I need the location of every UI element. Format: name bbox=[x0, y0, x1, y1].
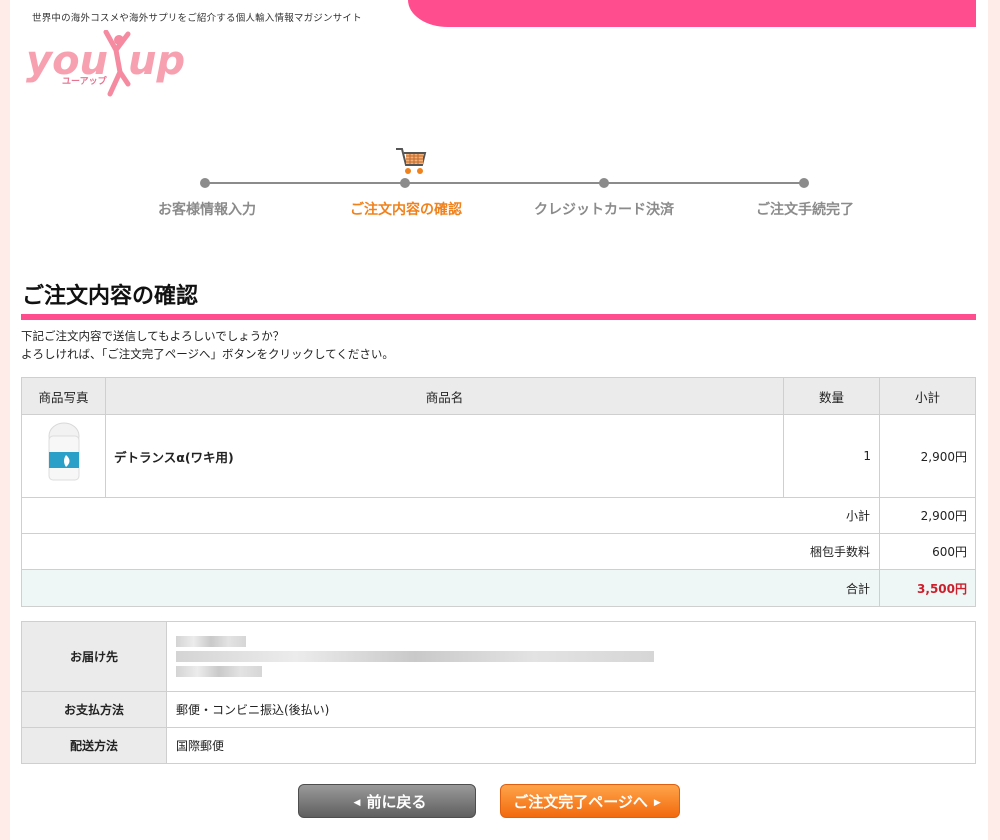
logo-graphic: you up ユーアップ bbox=[26, 29, 185, 97]
payment-method-value: 郵便・コンビニ振込(後払い) bbox=[166, 691, 976, 728]
redacted-address bbox=[176, 651, 654, 662]
payment-method-row: お支払方法 郵便・コンビニ振込(後払い) bbox=[21, 691, 976, 728]
checkout-progress: お客様情報入力 ご注文内容の確認 クレジットカード決済 ご注文手続完了 bbox=[150, 145, 880, 225]
header-subtotal: 小計 bbox=[879, 377, 976, 415]
page-title: ご注文内容の確認 bbox=[22, 284, 199, 309]
delivery-address-row: お届け先 bbox=[21, 621, 976, 692]
total-label: 合計 bbox=[21, 569, 880, 607]
complete-order-button-label: ご注文完了ページへ bbox=[513, 793, 648, 811]
cart-icon bbox=[396, 148, 427, 174]
intro-line-2: よろしければ、「ご注文完了ページへ」ボタンをクリックしてください。 bbox=[21, 347, 394, 361]
arrow-left-icon: ◀ bbox=[353, 797, 361, 808]
product-bottle-image bbox=[48, 422, 79, 480]
order-table: 商品写真 商品名 数量 小計 デトランスα(ワキ用) 1 2,900円 小計 2… bbox=[21, 377, 976, 607]
header-product-name: 商品名 bbox=[105, 377, 784, 415]
site-logo[interactable]: you up ユーアップ bbox=[24, 29, 194, 102]
complete-order-button[interactable]: ご注文完了ページへ ▶ bbox=[500, 784, 680, 818]
product-quantity: 1 bbox=[783, 414, 880, 498]
payment-method-label: お支払方法 bbox=[21, 691, 167, 728]
shipping-method-value: 国際郵便 bbox=[166, 727, 976, 764]
logo-sub-text: ユーアップ bbox=[62, 75, 108, 87]
step-label-complete: ご注文手続完了 bbox=[756, 202, 854, 218]
step-label-order-confirm: ご注文内容の確認 bbox=[350, 202, 462, 218]
subtotal-label: 小計 bbox=[21, 497, 880, 534]
step-dot-3 bbox=[599, 178, 609, 188]
shipping-method-label: 配送方法 bbox=[21, 727, 167, 764]
total-value: 3,500円 bbox=[879, 569, 976, 607]
arrow-right-icon: ▶ bbox=[653, 797, 661, 808]
delivery-address-value bbox=[166, 621, 976, 692]
header-quantity: 数量 bbox=[783, 377, 880, 415]
product-subtotal: 2,900円 bbox=[879, 414, 976, 498]
step-label-customer-info: お客様情報入力 bbox=[158, 202, 256, 218]
product-name: デトランスα(ワキ用) bbox=[105, 414, 784, 498]
subtotal-value: 2,900円 bbox=[879, 497, 976, 534]
header-photo: 商品写真 bbox=[21, 377, 106, 415]
progress-line bbox=[205, 182, 805, 184]
logo-word-up: up bbox=[128, 38, 185, 84]
order-table-header: 商品写真 商品名 数量 小計 bbox=[21, 377, 976, 415]
step-dot-2 bbox=[400, 178, 410, 188]
site-tagline: 世界中の海外コスメや海外サプリをご紹介する個人輸入情報マガジンサイト bbox=[32, 13, 362, 24]
back-button-label: 前に戻る bbox=[366, 793, 427, 811]
title-divider bbox=[21, 314, 976, 320]
step-label-credit-card: クレジットカード決済 bbox=[534, 202, 674, 218]
packing-fee-row: 梱包手数料 600円 bbox=[21, 533, 976, 570]
header-pink-bar bbox=[408, 0, 976, 27]
shipping-method-row: 配送方法 国際郵便 bbox=[21, 727, 976, 764]
back-button[interactable]: ◀ 前に戻る bbox=[298, 784, 476, 818]
total-row: 合計 3,500円 bbox=[21, 569, 976, 607]
redacted-name bbox=[176, 636, 246, 647]
step-dot-1 bbox=[200, 178, 210, 188]
subtotal-row: 小計 2,900円 bbox=[21, 497, 976, 534]
packing-fee-value: 600円 bbox=[879, 533, 976, 570]
packing-fee-label: 梱包手数料 bbox=[21, 533, 880, 570]
delivery-info-table: お届け先 お支払方法 郵便・コンビニ振込(後払い) 配送方法 国際郵便 bbox=[21, 621, 976, 764]
table-row: デトランスα(ワキ用) 1 2,900円 bbox=[21, 414, 976, 498]
step-dot-4 bbox=[799, 178, 809, 188]
delivery-address-label: お届け先 bbox=[21, 621, 167, 692]
intro-line-1: 下記ご注文内容で送信してもよろしいでしょうか？ bbox=[21, 329, 285, 343]
logo-figure-icon bbox=[103, 29, 131, 97]
product-photo bbox=[21, 414, 106, 498]
page: 世界中の海外コスメや海外サプリをご紹介する個人輸入情報マガジンサイト you u… bbox=[10, 0, 988, 840]
intro-text: 下記ご注文内容で送信してもよろしいでしょうか？ よろしければ、「ご注文完了ページ… bbox=[21, 327, 394, 363]
redacted-phone bbox=[176, 666, 262, 677]
